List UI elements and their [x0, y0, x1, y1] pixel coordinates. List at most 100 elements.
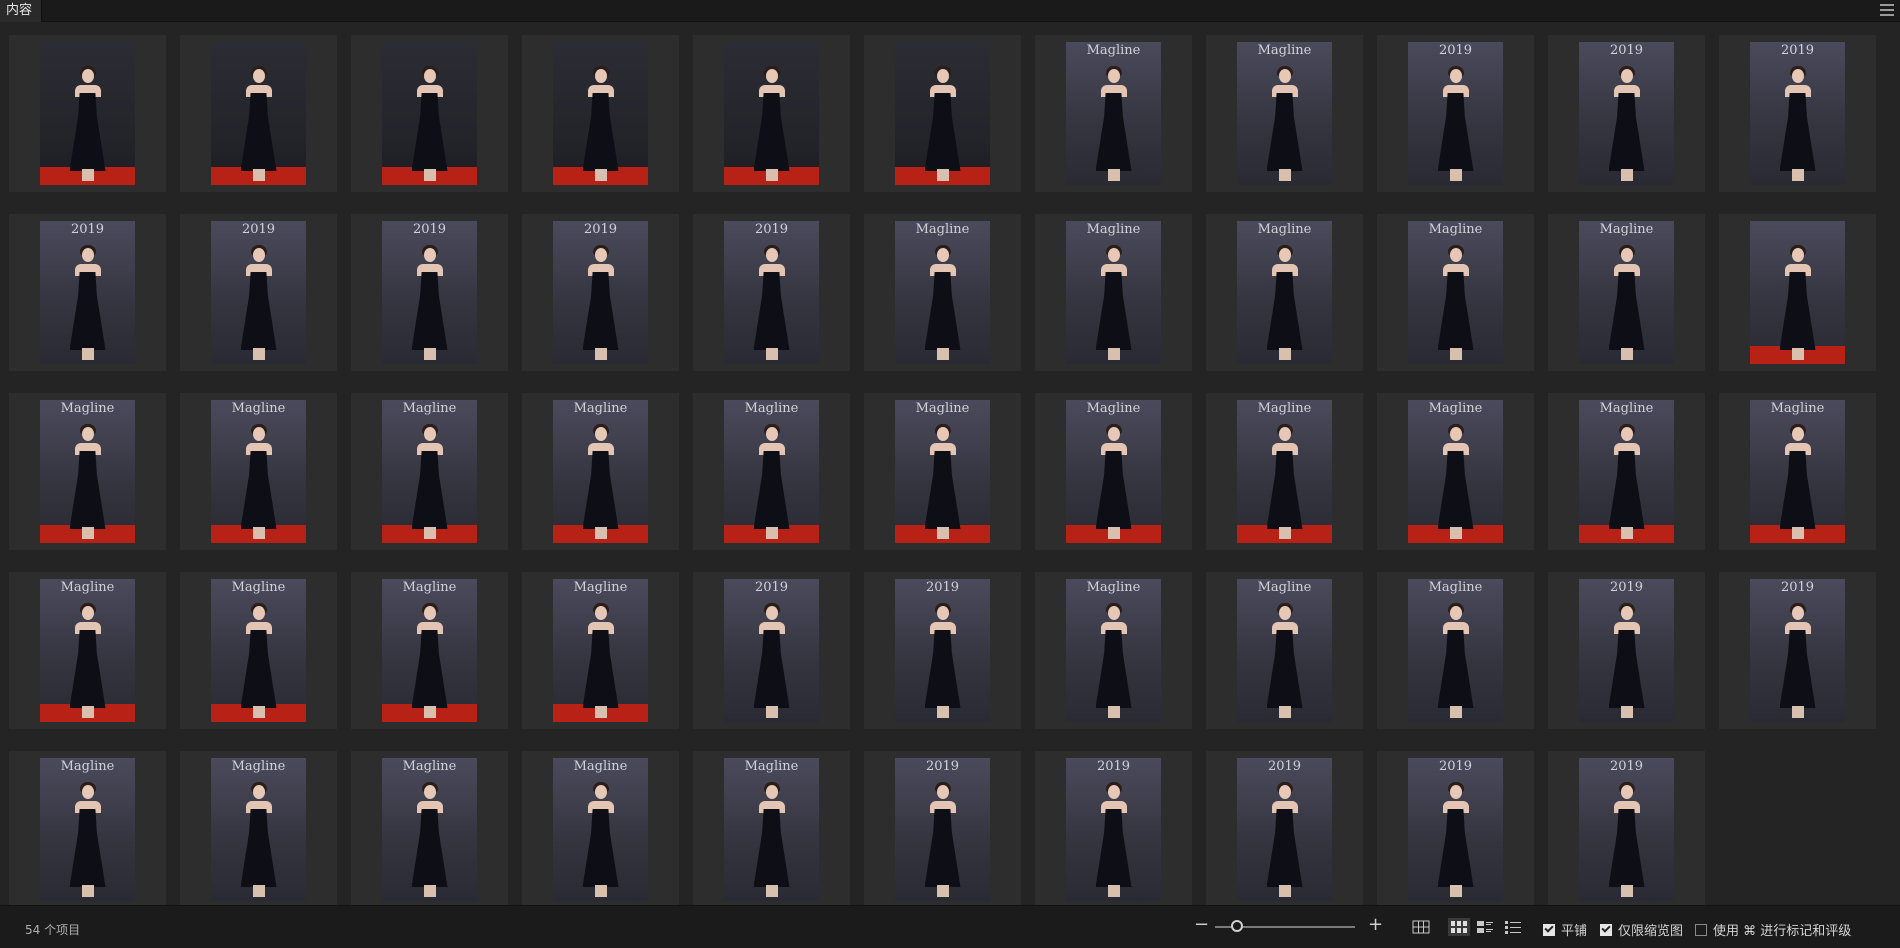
thumbnail-cell[interactable]: 2019	[1377, 751, 1534, 905]
figure-legs	[594, 706, 607, 718]
thumbnail-cell[interactable]: Magline	[1719, 393, 1876, 550]
person-figure	[1776, 63, 1820, 181]
thumbnail-cell[interactable]: Magline	[9, 393, 166, 550]
use-command-rating-checkbox[interactable]: 使用 ⌘ 进行标记和评级	[1695, 920, 1851, 939]
person-figure	[408, 779, 452, 897]
view-details-button[interactable]	[1474, 918, 1496, 936]
thumbnail-cell[interactable]: 2019	[9, 214, 166, 371]
thumbnail-image: 2019	[1579, 42, 1674, 185]
thumbnail-cell[interactable]: Magline	[9, 751, 166, 905]
thumbnail-cell[interactable]	[9, 35, 166, 192]
thumbnail-cell[interactable]: 2019	[1719, 35, 1876, 192]
backdrop-text: Magline	[402, 401, 457, 416]
thumbnail-cell[interactable]: Magline	[1206, 572, 1363, 729]
thumbnail-image: Magline	[1408, 400, 1503, 543]
thumbnail-cell[interactable]: Magline	[1206, 393, 1363, 550]
figure-legs	[1449, 348, 1462, 360]
thumbnail-cell[interactable]: 2019	[1035, 751, 1192, 905]
thumbnail-cell[interactable]: 2019	[1548, 572, 1705, 729]
thumbnail-cell[interactable]: Magline	[351, 751, 508, 905]
thumbnail-cell[interactable]: Magline	[693, 393, 850, 550]
figure-head	[1449, 69, 1462, 83]
thumbnail-cell[interactable]: Magline	[9, 572, 166, 729]
thumbnail-cell[interactable]: Magline	[180, 393, 337, 550]
thumbnail-cell[interactable]: 2019	[351, 214, 508, 371]
backdrop-text: 2019	[241, 222, 276, 237]
thumbnail-cell[interactable]: 2019	[522, 214, 679, 371]
backdrop-text: Magline	[402, 759, 457, 774]
checkbox-box[interactable]	[1600, 923, 1612, 936]
zoom-in-button[interactable]: +	[1368, 916, 1383, 934]
hamburger-menu-icon[interactable]	[1880, 4, 1894, 16]
figure-legs	[765, 527, 778, 539]
thumbnail-cell[interactable]	[522, 35, 679, 192]
figure-dress	[411, 451, 448, 529]
thumbnail-cell[interactable]: Magline	[522, 751, 679, 905]
backdrop-text: Magline	[1257, 401, 1312, 416]
view-thumbnails-button[interactable]	[1448, 918, 1470, 936]
thumbnail-cell[interactable]: Magline	[1035, 572, 1192, 729]
backdrop-text: 2019	[1780, 43, 1815, 58]
thumbnail-cell[interactable]: 2019	[180, 214, 337, 371]
thumbnail-image: Magline	[211, 579, 306, 722]
thumbnail-cell[interactable]: Magline	[351, 572, 508, 729]
thumbnail-cell[interactable]: Magline	[1035, 214, 1192, 371]
thumbnail-cell[interactable]: Magline	[1377, 214, 1534, 371]
thumbnail-cell[interactable]	[693, 35, 850, 192]
thumbnail-cell[interactable]: 2019	[1377, 35, 1534, 192]
thumbnail-cell[interactable]: 2019	[1548, 35, 1705, 192]
thumbnail-cell[interactable]: Magline	[1206, 214, 1363, 371]
backdrop-text: Magline	[915, 401, 970, 416]
tile-checkbox[interactable]: 平铺	[1543, 920, 1587, 939]
thumbnail-grid: Magline Magline 2019 2019 2019 2019 2019 2019 20…	[9, 35, 1876, 905]
content-panel: 内容 Magline Magline 2019 2019 2019 2019 2019 201…	[0, 0, 1900, 948]
thumbnail-cell[interactable]: Magline	[1035, 35, 1192, 192]
thumbnail-cell[interactable]: 2019	[1206, 751, 1363, 905]
thumbnail-cell[interactable]: Magline	[1377, 393, 1534, 550]
thumbnail-cell[interactable]: Magline	[1377, 572, 1534, 729]
view-list-button[interactable]	[1502, 918, 1524, 936]
backdrop-text: 2019	[1609, 43, 1644, 58]
thumbnail-cell[interactable]: Magline	[864, 214, 1021, 371]
thumbnail-cell[interactable]: Magline	[693, 751, 850, 905]
figure-dress	[753, 630, 790, 708]
checkbox-box[interactable]	[1543, 923, 1555, 936]
thumbnail-image: 2019	[1750, 42, 1845, 185]
tab-content[interactable]: 内容	[0, 0, 42, 22]
thumbnail-cell[interactable]: Magline	[1548, 214, 1705, 371]
thumbnail-cell[interactable]: Magline	[351, 393, 508, 550]
thumbnail-cell[interactable]: Magline	[180, 572, 337, 729]
zoom-out-button[interactable]: −	[1194, 916, 1209, 934]
thumbnail-image	[40, 42, 135, 185]
figure-legs	[1791, 169, 1804, 181]
thumbnail-cell[interactable]: Magline	[1548, 393, 1705, 550]
thumbnails-only-checkbox-label: 仅限缩览图	[1618, 924, 1684, 939]
thumbnail-cell[interactable]: Magline	[522, 572, 679, 729]
person-figure	[921, 779, 965, 897]
thumbnail-cell[interactable]: 2019	[693, 572, 850, 729]
thumbnail-cell[interactable]: 2019	[1548, 751, 1705, 905]
backdrop-text: 2019	[583, 222, 618, 237]
thumbnail-cell[interactable]	[864, 35, 1021, 192]
thumbnails-only-checkbox[interactable]: 仅限缩览图	[1600, 920, 1683, 939]
thumbnail-cell[interactable]: 2019	[1719, 572, 1876, 729]
slider-handle[interactable]	[1231, 920, 1244, 932]
thumbnail-cell[interactable]: Magline	[1206, 35, 1363, 192]
figure-dress	[1095, 93, 1132, 171]
backdrop-text: 2019	[1438, 43, 1473, 58]
thumbnail-cell[interactable]: 2019	[864, 572, 1021, 729]
thumbnail-cell[interactable]	[351, 35, 508, 192]
thumbnail-cell[interactable]: 2019	[864, 751, 1021, 905]
thumbnail-cell[interactable]: Magline	[180, 751, 337, 905]
thumbnail-cell[interactable]: Magline	[522, 393, 679, 550]
figure-legs	[936, 885, 949, 897]
figure-dress	[582, 93, 619, 171]
thumbnail-cell[interactable]: Magline	[1035, 393, 1192, 550]
checkbox-box[interactable]	[1695, 923, 1707, 936]
thumbnail-cell[interactable]	[180, 35, 337, 192]
thumbnail-cell[interactable]: Magline	[864, 393, 1021, 550]
thumbnail-cell[interactable]: 2019	[693, 214, 850, 371]
thumbnail-cell[interactable]	[1719, 214, 1876, 371]
figure-legs	[594, 527, 607, 539]
view-grid-lock-button[interactable]	[1410, 918, 1432, 936]
